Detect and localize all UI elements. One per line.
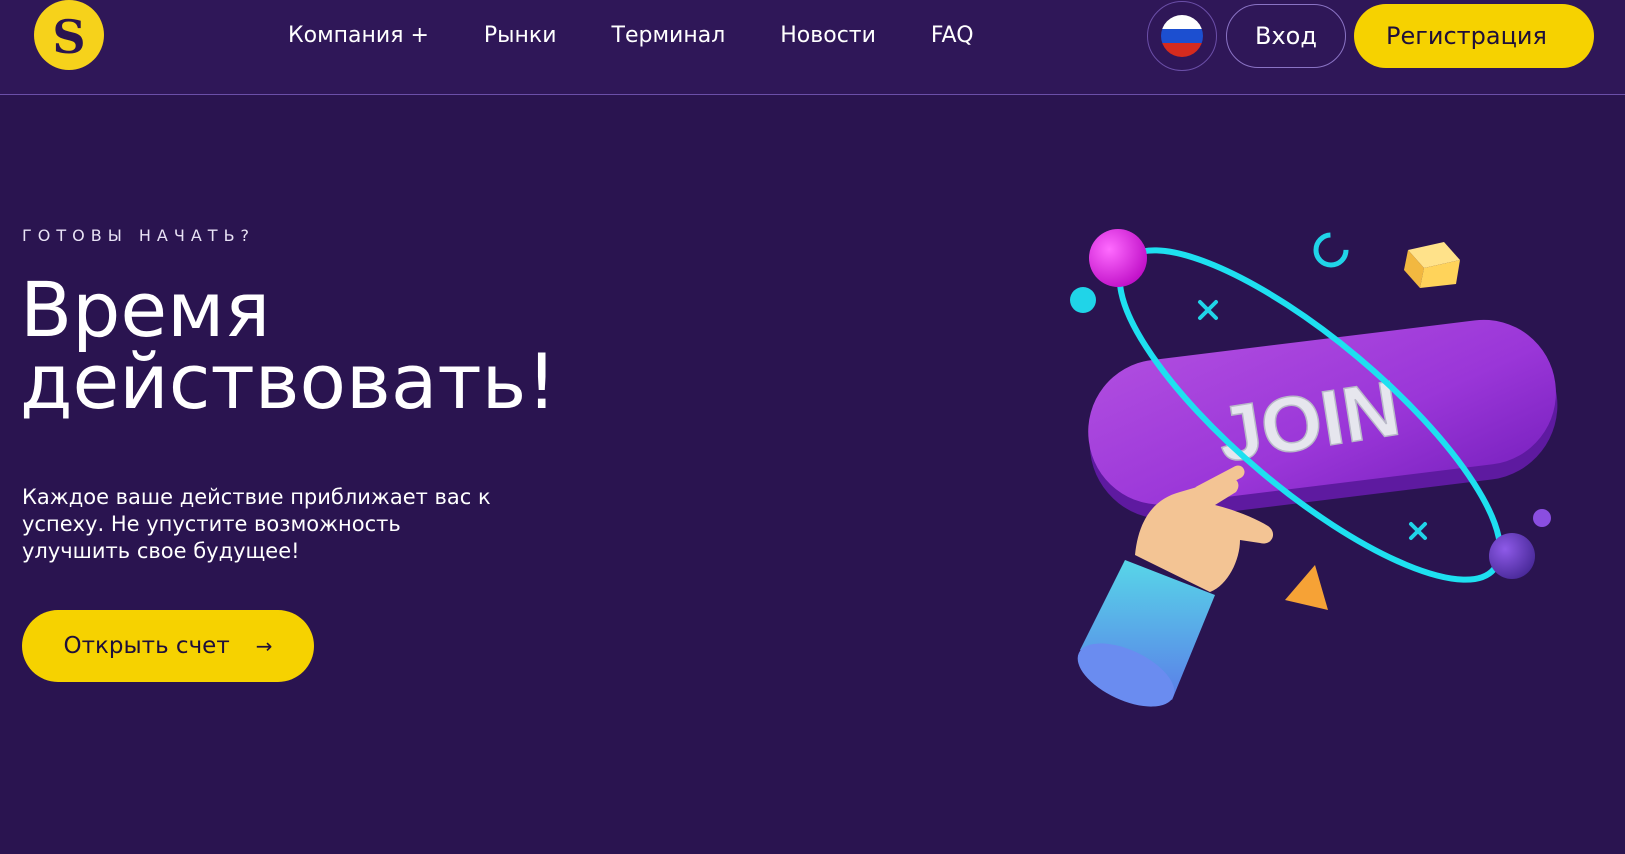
hero-headline-line2: действовать! [20,337,557,426]
logo-letter: S [52,10,86,64]
yellow-cube [1404,242,1460,288]
join-illustration: JOIN [1070,229,1558,707]
site-header: S Компания + Рынки Терминал Новости FAQ … [0,0,1625,95]
hero-headline-line1: Время [20,265,271,354]
russia-flag-icon [1161,15,1203,57]
arrow-right-icon: → [255,634,273,658]
nav-item-markets[interactable]: Рынки [484,23,557,48]
language-selector[interactable] [1147,1,1217,71]
cross-bottom [1409,522,1427,540]
cross-top [1198,300,1218,320]
pink-sphere [1089,229,1147,287]
small-purple-dot [1533,509,1551,527]
purple-sphere [1489,533,1535,579]
cyan-dot [1070,287,1096,313]
logo[interactable]: S [34,0,104,70]
main-nav: Компания + Рынки Терминал Новости FAQ [288,20,1029,50]
hero-eyebrow: ГОТОВЫ НАЧАТЬ? [22,226,256,245]
hero-headline: Время действовать! [20,265,580,426]
login-button[interactable]: Вход [1226,4,1346,68]
nav-item-company[interactable]: Компания + [288,23,429,48]
open-account-button[interactable]: Открыть счет → [22,610,314,682]
orange-triangle [1285,565,1328,610]
nav-item-faq[interactable]: FAQ [931,23,974,48]
hero-description: Каждое ваше действие приближает вас к ус… [22,485,491,563]
nav-item-terminal[interactable]: Терминал [612,23,726,48]
open-account-label: Открыть счет [63,633,230,659]
cyan-ring [1313,232,1349,268]
nav-item-news[interactable]: Новости [780,23,876,48]
register-button[interactable]: Регистрация [1354,4,1594,68]
